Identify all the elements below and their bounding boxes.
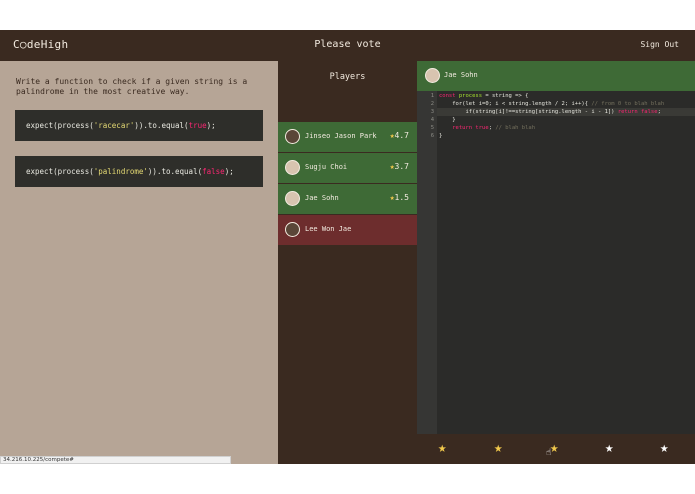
avatar	[285, 191, 300, 206]
player-item[interactable]: Sugju Choi ★3.7	[278, 153, 417, 183]
code-line: return true; // blah blah	[439, 124, 535, 132]
page-title: Please vote	[314, 39, 381, 50]
players-title: Players	[329, 72, 366, 82]
line-number: 2	[430, 101, 434, 107]
player-item[interactable]: Jinseo Jason Park ★4.7	[278, 122, 417, 152]
test-suffix: );	[224, 167, 234, 176]
code-line: for(let i=0; i < string.length / 2; i++)…	[439, 100, 664, 108]
vote-star-2[interactable]: ★	[494, 440, 502, 456]
player-rating: ★3.7	[390, 162, 409, 171]
rating-value: 3.7	[394, 162, 409, 171]
line-number: 3	[430, 109, 434, 115]
avatar	[425, 68, 440, 83]
avatar	[285, 222, 300, 237]
player-rating: ★1.5	[390, 193, 409, 202]
code-token: return false	[617, 109, 658, 115]
code-comment: // from 0 to blah blah	[591, 101, 665, 107]
avatar	[285, 160, 300, 175]
line-number: 1	[430, 93, 434, 99]
pointer-cursor-icon: ☝	[546, 448, 552, 458]
editor-author: Jae Sohn	[444, 71, 478, 79]
code-token: for(let i=0; i < string.length / 2; i++)…	[439, 101, 592, 107]
player-rating: ★4.7	[390, 131, 409, 140]
test-case: expect(process('palindrome')).to.equal(f…	[15, 156, 263, 187]
test-mid: )).to.equal(	[134, 121, 189, 130]
code-token: const	[439, 93, 459, 99]
sign-out-link[interactable]: Sign Out	[640, 40, 679, 49]
code-token: process	[458, 93, 483, 99]
test-case: expect(process('racecar')).to.equal(true…	[15, 110, 263, 141]
code-line: }	[439, 133, 443, 139]
top-bar: C○deHigh Please vote Sign Out	[0, 30, 695, 61]
code-line: const process = string => {	[439, 92, 528, 100]
test-prefix: expect(process(	[26, 121, 94, 130]
vote-star-4[interactable]: ★	[605, 440, 613, 456]
avatar	[285, 129, 300, 144]
code-token: if(string[i]!==string[string.length - i …	[439, 109, 618, 115]
player-name: Sugju Choi	[305, 163, 348, 171]
test-expected: true	[188, 121, 207, 130]
challenge-prompt: Write a function to check if a given str…	[16, 77, 248, 96]
code-comment: // blah blah	[495, 125, 536, 131]
editor-header: Jae Sohn	[417, 61, 695, 91]
player-name: Jae Sohn	[305, 194, 339, 202]
code-token: return true	[452, 125, 489, 131]
vote-star-5[interactable]: ★	[660, 440, 668, 456]
code-line: if(string[i]!==string[string.length - i …	[439, 108, 661, 116]
code-line: }	[439, 117, 456, 123]
test-arg: 'racecar'	[93, 121, 135, 130]
player-name: Lee Won Jae	[305, 225, 352, 233]
vote-star-bar: ★ ★ ★ ★ ★ ☝	[417, 434, 695, 464]
line-number: 6	[430, 133, 434, 139]
test-prefix: expect(process(	[26, 167, 94, 176]
player-item[interactable]: Jae Sohn ★1.5	[278, 184, 417, 214]
code-token: = string => {	[482, 93, 529, 99]
code-editor-panel: Jae Sohn 1 2 3 4 5 6 const process = str…	[417, 61, 695, 464]
test-arg: 'palindrome'	[93, 167, 148, 176]
code-token: ;	[657, 109, 661, 115]
rating-value: 1.5	[394, 193, 409, 202]
rating-value: 4.7	[394, 131, 409, 140]
challenge-panel: Write a function to check if a given str…	[0, 61, 278, 464]
players-panel: Players Jinseo Jason Park ★4.7 Sugju Cho…	[278, 61, 417, 464]
player-item[interactable]: Lee Won Jae	[278, 215, 417, 245]
app-window: C○deHigh Please vote Sign Out Write a fu…	[0, 30, 695, 464]
line-gutter	[417, 91, 437, 434]
status-bar-url: 34.216.10.225/compete#	[0, 456, 231, 464]
vote-star-1[interactable]: ★	[438, 440, 446, 456]
test-mid: )).to.equal(	[147, 167, 203, 176]
test-suffix: );	[206, 121, 216, 130]
line-number: 4	[430, 117, 434, 123]
test-expected: false	[202, 167, 225, 176]
player-name: Jinseo Jason Park	[305, 132, 377, 140]
line-number: 5	[430, 125, 434, 131]
